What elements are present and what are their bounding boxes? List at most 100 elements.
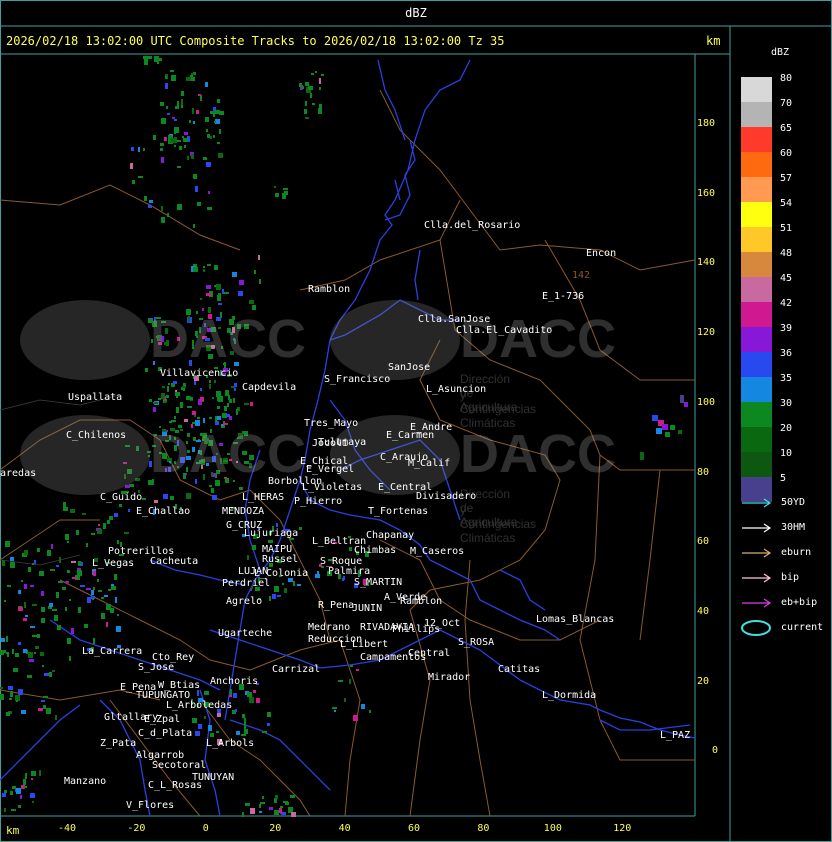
echo-pixel: [131, 147, 134, 151]
echo-pixel: [25, 615, 28, 617]
scale-value: 60: [780, 148, 793, 159]
echo-pixel: [167, 113, 170, 115]
echo-pixel: [202, 438, 204, 441]
place-label: E_1-736: [542, 291, 585, 302]
echo-pixel: [224, 292, 229, 294]
scale-swatch: [741, 377, 772, 402]
echo-pixel: [232, 327, 235, 333]
place-label: S_MARTIN: [354, 577, 403, 588]
echo-pixel: [191, 73, 194, 75]
echo-pixel: [143, 148, 145, 151]
echo-pixel: [183, 138, 188, 142]
echo-pixel: [202, 308, 204, 311]
echo-pixel: [176, 407, 179, 413]
echo-pixel: [267, 712, 271, 717]
y-tick-label: 20: [697, 675, 710, 687]
place-label: Capdevila: [242, 382, 297, 393]
echo-pixel: [317, 571, 319, 576]
echo-pixel: [208, 307, 211, 313]
echo-pixel: [162, 453, 167, 459]
echo-pixel: [204, 691, 209, 695]
place-label: Chapanay: [366, 530, 415, 541]
echo-pixel: [190, 397, 193, 400]
place-label: P_Hierro: [294, 496, 343, 507]
echo-pixel: [196, 440, 201, 442]
echo-pixel: [187, 156, 189, 160]
echo-pixel: [259, 811, 262, 813]
echo-pixel: [161, 118, 166, 124]
legend-label: eb+bip: [781, 597, 818, 608]
echo-pixel: [200, 388, 202, 391]
echo-pixel: [43, 705, 46, 709]
echo-pixel: [214, 121, 216, 123]
echo-pixel: [8, 686, 13, 690]
echo-pixel: [275, 795, 278, 799]
echo-pixel: [242, 714, 245, 718]
echo-pixel: [154, 500, 158, 503]
echo-pixel: [116, 626, 121, 632]
echo-pixel: [12, 786, 16, 789]
echo-pixel: [24, 602, 26, 608]
echo-pixel: [35, 646, 39, 649]
echo-pixel: [212, 397, 214, 399]
echo-pixel: [195, 420, 200, 426]
echo-pixel: [213, 473, 216, 477]
echo-pixel: [332, 707, 337, 709]
echo-pixel: [56, 565, 59, 567]
echo-pixel: [103, 523, 106, 529]
echo-pixel: [152, 479, 154, 485]
echo-pixel: [216, 731, 219, 733]
echo-pixel: [69, 656, 71, 661]
echo-pixel: [212, 495, 217, 500]
echo-pixel: [114, 513, 118, 517]
echo-pixel: [207, 328, 211, 332]
echo-pixel: [259, 804, 261, 808]
echo-pixel: [28, 567, 31, 572]
echo-pixel: [174, 137, 177, 143]
echo-pixel: [161, 206, 163, 211]
place-label: S_ROSA: [458, 637, 495, 648]
echo-pixel: [0, 650, 4, 655]
echo-pixel: [274, 810, 279, 815]
echo-pixel: [156, 317, 161, 319]
place-label: Perdriel: [222, 578, 271, 589]
echo-pixel: [200, 450, 202, 455]
echo-pixel: [170, 428, 175, 431]
current-ellipse-icon: [741, 620, 771, 636]
echo-pixel: [272, 594, 276, 599]
scale-swatch: [741, 352, 772, 377]
echo-pixel: [189, 360, 192, 366]
echo-pixel: [206, 463, 209, 466]
scale-swatch: [741, 177, 772, 202]
echo-pixel: [230, 351, 234, 355]
scale-value: 30: [780, 398, 793, 409]
echo-pixel: [199, 327, 201, 333]
echo-pixel: [56, 592, 59, 598]
echo-pixel: [228, 395, 230, 400]
scale-value: 45: [780, 273, 793, 284]
echo-pixel: [244, 403, 249, 405]
echo-pixel: [205, 82, 208, 87]
echo-pixel: [42, 665, 44, 667]
echo-pixel: [46, 708, 51, 714]
echo-pixel: [104, 595, 108, 597]
echo-pixel: [234, 388, 236, 391]
echo-pixel: [177, 440, 179, 446]
place-label: L_Violetas: [302, 482, 363, 493]
echo-pixel: [67, 638, 71, 644]
echo-pixel: [82, 513, 86, 515]
echo-pixel: [209, 417, 212, 419]
echo-pixel: [213, 112, 215, 117]
place-label: Tulumaya: [318, 437, 367, 448]
x-tick-label: -20: [127, 823, 146, 834]
echo-pixel: [274, 186, 276, 188]
scale-value: 51: [780, 223, 793, 234]
echo-pixel: [185, 473, 187, 475]
echo-pixel: [168, 467, 171, 472]
echo-pixel: [184, 145, 186, 148]
echo-pixel: [191, 424, 193, 428]
echo-pixel: [159, 426, 161, 428]
place-label: L_Asuncion: [426, 384, 487, 395]
place-label: Phillips: [392, 624, 441, 635]
echo-pixel: [12, 649, 14, 654]
